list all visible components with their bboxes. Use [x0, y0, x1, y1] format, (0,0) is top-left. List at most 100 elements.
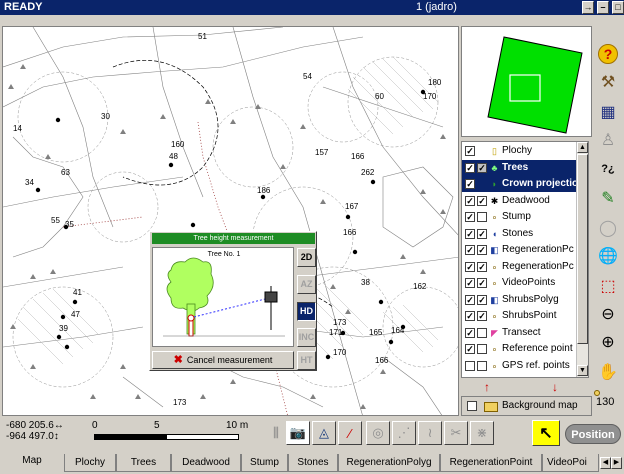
- pan-button[interactable]: ✋: [594, 358, 622, 386]
- zoom-in-button[interactable]: ⊕: [594, 328, 622, 356]
- tab-regenerationpoint[interactable]: RegenerationPoint: [440, 454, 542, 472]
- layer-visible-checkbox[interactable]: [465, 360, 475, 371]
- overview-map[interactable]: [461, 26, 592, 137]
- layer-row[interactable]: ✓ ✓ ◖ Stones: [462, 226, 578, 242]
- layer-active-checkbox[interactable]: [477, 327, 487, 338]
- tab-scroll-right-icon[interactable]: ▶: [611, 457, 622, 469]
- layer-active-checkbox[interactable]: [477, 212, 487, 222]
- restore-icon[interactable]: →: [582, 1, 594, 14]
- edit-button[interactable]: ✎: [594, 184, 622, 212]
- polyline-tool-button[interactable]: ⋰: [392, 421, 416, 445]
- layer-visible-checkbox[interactable]: ✓: [465, 245, 475, 255]
- layer-active-checkbox[interactable]: [477, 344, 487, 354]
- curve-tool-button[interactable]: ≀: [418, 421, 442, 445]
- mode-hd-button[interactable]: HD: [297, 302, 316, 321]
- layer-active-checkbox[interactable]: ✓: [477, 245, 487, 255]
- layer-active-checkbox[interactable]: ✓: [477, 261, 487, 272]
- mode-inc-button[interactable]: INC: [297, 328, 316, 347]
- scroll-down-icon[interactable]: ▼: [577, 365, 588, 376]
- position-button[interactable]: Position: [565, 424, 621, 444]
- layer-active-checkbox[interactable]: ✓: [477, 195, 487, 206]
- layer-visible-checkbox[interactable]: ✓: [465, 162, 475, 173]
- layer-row[interactable]: ✓ ✓ ✱ Deadwood: [462, 193, 578, 209]
- overview-canvas[interactable]: [462, 27, 592, 137]
- tab-regenerationpolyg[interactable]: RegenerationPolyg: [338, 454, 440, 472]
- line-point-tool-button[interactable]: ⁄: [338, 421, 362, 445]
- layer-visible-checkbox[interactable]: ✓: [465, 195, 475, 206]
- cancel-measurement-button[interactable]: ✖ Cancel measurement: [152, 351, 294, 369]
- layer-active-checkbox[interactable]: ✓: [477, 228, 487, 239]
- tab-map[interactable]: Map: [0, 452, 64, 474]
- layer-visible-checkbox[interactable]: ✓: [465, 179, 475, 189]
- mode-2d-button[interactable]: 2D: [297, 248, 316, 267]
- background-map-toggle[interactable]: Background map: [461, 396, 592, 416]
- layer-visible-checkbox[interactable]: ✓: [465, 311, 475, 321]
- layer-row[interactable]: ∘ GPS ref. points: [462, 358, 578, 374]
- layer-row[interactable]: ✓ ◗ Crown projection: [462, 176, 578, 192]
- globe-button[interactable]: 🌐: [594, 242, 622, 270]
- zoom-out-button[interactable]: ⊖: [594, 300, 622, 328]
- zoom-extent-button[interactable]: ⬚: [594, 272, 622, 300]
- tab-videopoints[interactable]: VideoPoi: [542, 454, 599, 472]
- layer-row[interactable]: ✓ ✓ ◧ ShrubsPolyg: [462, 292, 578, 308]
- layer-row[interactable]: ✓ ✓ ♣ Trees: [462, 159, 578, 176]
- mode-ht-button[interactable]: HT: [297, 351, 316, 370]
- query-button[interactable]: ?¿: [594, 155, 622, 183]
- layer-row[interactable]: ✓ ∘ Stump: [462, 209, 578, 225]
- select-button[interactable]: ◯: [594, 214, 622, 242]
- layer-visible-checkbox[interactable]: ✓: [465, 327, 475, 338]
- layer-visible-checkbox[interactable]: ✓: [465, 212, 475, 222]
- layer-row[interactable]: ✓ ✓ ◧ RegenerationPc: [462, 242, 578, 258]
- minimize-button[interactable]: –: [597, 1, 609, 14]
- tree-dot: [64, 344, 70, 350]
- layer-active-checkbox[interactable]: [477, 360, 487, 371]
- map-view[interactable]: 51 180 170 60 54 14 160 30 48 157 166 186 63 55 262 167…: [2, 26, 459, 416]
- layer-active-checkbox[interactable]: ✓: [477, 311, 487, 321]
- help-button[interactable]: ?: [594, 40, 622, 68]
- plot-number-label: 48: [169, 152, 178, 161]
- tab-deadwood[interactable]: Deadwood: [171, 454, 241, 472]
- table-button[interactable]: ▦: [594, 98, 622, 126]
- plot-number-label: 162: [413, 282, 427, 291]
- circle-tool-button[interactable]: ◎: [366, 421, 390, 445]
- background-map-checkbox[interactable]: [467, 401, 477, 411]
- tab-stones[interactable]: Stones: [288, 454, 338, 472]
- layer-scrollbar[interactable]: ▲ ▼: [576, 142, 588, 377]
- mode-az-button[interactable]: AZ: [297, 275, 316, 294]
- move-up-arrow-icon[interactable]: ↑: [484, 380, 490, 394]
- scroll-up-icon[interactable]: ▲: [577, 142, 588, 153]
- layer-visible-checkbox[interactable]: ✓: [465, 344, 475, 354]
- arrow-tool-button[interactable]: ↖: [532, 420, 560, 446]
- layer-row[interactable]: ✓ ✓ ∘ VideoPoints: [462, 275, 578, 291]
- maximize-button[interactable]: □: [612, 1, 624, 14]
- grid-tool-button[interactable]: ⋇: [470, 421, 494, 445]
- layer-row[interactable]: ✓ ∘ Reference point: [462, 341, 578, 357]
- layer-visible-checkbox[interactable]: ✓: [465, 146, 475, 156]
- tools-button[interactable]: ⚒: [594, 68, 622, 96]
- tab-trees[interactable]: Trees: [116, 454, 171, 472]
- triangle-tool-button[interactable]: ◬: [312, 421, 336, 445]
- tab-scroll-left-icon[interactable]: ◀: [600, 457, 611, 469]
- tab-stump[interactable]: Stump: [241, 454, 288, 472]
- layer-active-checkbox[interactable]: ✓: [477, 162, 487, 173]
- layer-active-checkbox[interactable]: ✓: [477, 294, 487, 305]
- layer-list[interactable]: ✓ ▯ Plochy ✓ ✓ ♣ Trees ✓ ◗ Crown projection ✓ ✓ ✱ Dea…: [461, 141, 589, 378]
- layer-row[interactable]: ✓ ✓ ∘ RegenerationPc: [462, 259, 578, 275]
- triangle-marker: [135, 394, 141, 399]
- layer-visible-checkbox[interactable]: ✓: [465, 294, 475, 305]
- scroll-thumb[interactable]: [577, 154, 588, 344]
- layer-row[interactable]: ✓ ◤ Transect: [462, 325, 578, 341]
- layer-row[interactable]: ✓ ▯ Plochy: [462, 143, 578, 159]
- layer-row[interactable]: ✓ ✓ ∘ ShrubsPoint: [462, 308, 578, 324]
- camera-tool-button[interactable]: 📷: [286, 421, 310, 445]
- layer-visible-checkbox[interactable]: ✓: [465, 261, 475, 272]
- tab-plochy[interactable]: Plochy: [64, 454, 116, 472]
- layer-name: Stump: [502, 211, 531, 222]
- pole-tool-button[interactable]: ⫼: [264, 421, 288, 445]
- layer-visible-checkbox[interactable]: ✓: [465, 278, 475, 288]
- layer-active-checkbox[interactable]: ✓: [477, 278, 487, 288]
- cut-tool-button[interactable]: ✂: [444, 421, 468, 445]
- layer-visible-checkbox[interactable]: ✓: [465, 228, 475, 239]
- move-down-arrow-icon[interactable]: ↓: [552, 380, 558, 394]
- measure-button[interactable]: ♙: [594, 126, 622, 154]
